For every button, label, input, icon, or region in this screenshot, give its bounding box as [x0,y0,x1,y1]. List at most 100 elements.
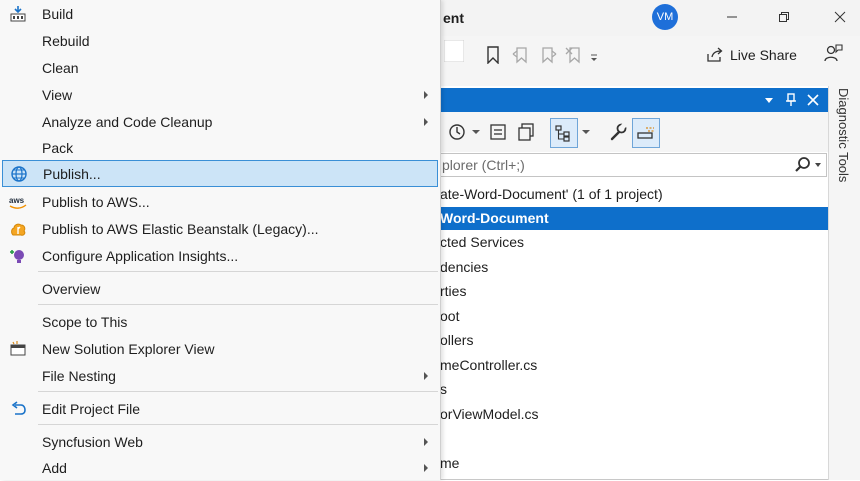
submenu-arrow-icon [424,464,428,472]
preview-icon [637,127,654,139]
menu-item-new-solution-explorer-view[interactable]: New Solution Explorer View [2,336,438,362]
menu-separator [38,271,438,272]
show-all-files-button[interactable] [514,118,538,146]
globe-icon [9,165,29,183]
menu-item-analyze[interactable]: Analyze and Code Cleanup [2,109,438,135]
tree-item-models[interactable]: s [440,378,828,401]
toolbar-options-dropdown[interactable] [588,52,600,64]
menu-item-label: View [42,87,73,103]
menu-item-syncfusion-web[interactable]: Syncfusion Web [2,429,438,455]
menu-item-label: Publish to AWS... [42,194,150,210]
panel-menu-button[interactable] [760,91,778,109]
menu-item-label: Configure Application Insights... [42,248,239,264]
tree-item-properties[interactable]: rties [440,280,828,303]
menu-item-file-nesting[interactable]: File Nesting [2,363,438,389]
tree-item-home[interactable]: me [440,452,828,475]
menu-item-scope-to-this[interactable]: Scope to This [2,309,438,335]
menu-item-label: Publish to AWS Elastic Beanstalk (Legacy… [42,221,319,237]
tree-view-icon [555,125,570,142]
menu-item-label: Pack [42,140,74,156]
show-all-files-icon [518,123,534,141]
menu-item-publish-beanstalk[interactable]: Publish to AWS Elastic Beanstalk (Legacy… [2,216,438,242]
tree-item-error-view-model[interactable]: orViewModel.cs [440,403,828,426]
chevron-down-icon [472,130,480,134]
next-bookmark-button[interactable] [537,44,559,66]
close-window-button[interactable] [826,4,854,30]
live-share-label: Live Share [730,47,797,63]
restore-button[interactable] [770,4,798,30]
menu-item-rebuild[interactable]: Rebuild [2,28,438,54]
aws-icon: aws [8,193,28,211]
wrench-icon [610,123,627,141]
menu-item-publish[interactable]: Publish... [2,160,438,187]
minimize-button[interactable] [718,4,746,30]
feedback-button[interactable] [822,42,844,64]
sync-active-document-button[interactable] [550,118,578,148]
menu-item-label: Build [42,6,74,22]
undo-arrow-icon [8,400,28,418]
svg-text:aws: aws [9,196,25,205]
bookmark-button[interactable] [482,44,504,66]
preview-selected-items-button[interactable] [632,118,660,148]
submenu-arrow-icon [424,438,428,446]
live-share-button[interactable]: Live Share [706,44,797,66]
tree-item-wwwroot[interactable]: oot [440,305,828,328]
caret-down-icon [765,98,773,103]
search-placeholder: plorer (Ctrl+;) [442,157,525,173]
menu-item-label: Scope to This [42,314,128,330]
prev-bookmark-icon [512,47,527,64]
menu-item-build[interactable]: Build [2,1,438,27]
tree-item-dependencies[interactable]: dencies [440,256,828,279]
close-icon [834,11,846,23]
sync-dropdown[interactable] [580,118,592,146]
collapse-all-button[interactable] [486,118,510,146]
collapse-all-icon [490,124,506,140]
live-share-icon [707,47,723,62]
window-title: ent [443,10,464,26]
menu-item-edit-project-file[interactable]: Edit Project File [2,396,438,422]
chevron-down-icon [591,54,597,61]
menu-item-publish-aws[interactable]: aws Publish to AWS... [2,189,438,215]
insights-icon [8,247,28,265]
toolbar-overflow[interactable] [442,40,466,62]
menu-item-view[interactable]: View [2,82,438,108]
diagnostic-tools-label: Diagnostic Tools [836,88,851,183]
menu-item-label: Clean [42,60,79,76]
new-view-icon [8,340,28,358]
tree-item-controllers[interactable]: ollers [440,329,828,352]
tree-item-views[interactable] [440,427,828,450]
pending-changes-button[interactable] [446,118,468,146]
restore-icon [779,12,789,22]
search-options-dropdown[interactable] [815,163,821,167]
bookmark-icon [487,46,499,64]
menu-item-app-insights[interactable]: Configure Application Insights... [2,243,438,269]
menu-item-label: Rebuild [42,33,90,49]
prev-bookmark-button[interactable] [510,44,532,66]
menu-item-overview[interactable]: Overview [2,276,438,302]
menu-item-label: New Solution Explorer View [42,341,215,357]
tree-item-project[interactable]: Word-Document [440,207,828,230]
pending-changes-dropdown[interactable] [470,118,482,146]
tree-item-connected-services[interactable]: cted Services [440,231,828,254]
tree-item-home-controller[interactable]: meController.cs [440,354,828,377]
menu-item-label: Syncfusion Web [42,434,143,450]
properties-button[interactable] [606,118,630,146]
menu-item-label: Publish... [43,165,101,182]
toolbar-grip-icon [444,40,464,62]
menu-item-label: Overview [42,281,101,297]
search-icon[interactable] [794,156,812,174]
menu-item-clean[interactable]: Clean [2,55,438,81]
pin-button[interactable] [782,91,800,109]
clear-bookmarks-button[interactable] [563,44,585,66]
clear-bookmarks-icon [565,47,580,64]
submenu-arrow-icon [424,118,428,126]
menu-item-add[interactable]: Add [2,455,438,481]
tree-item-solution[interactable]: ate-Word-Document' (1 of 1 project) [440,183,828,206]
menu-separator [38,391,438,392]
menu-item-pack[interactable]: Pack [2,135,438,161]
avatar[interactable]: VM [652,4,678,30]
pin-icon [786,93,796,106]
menu-item-label: Analyze and Code Cleanup [42,114,213,130]
feedback-person-icon [824,44,843,62]
close-panel-button[interactable] [804,91,822,109]
